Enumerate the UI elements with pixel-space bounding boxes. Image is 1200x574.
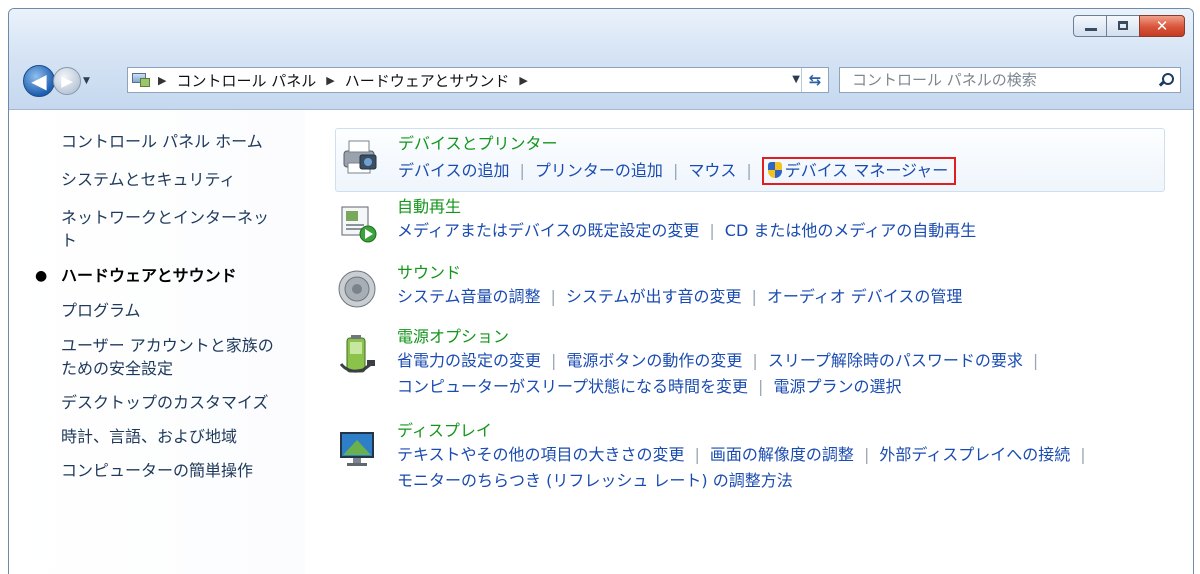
recent-pages-dropdown[interactable]: ▼ [83, 76, 90, 86]
link-device-manager[interactable]: デバイス マネージャー [785, 161, 949, 180]
link-refresh-rate[interactable]: モニターのちらつき (リフレッシュ レート) の調整方法 [397, 471, 793, 490]
sidebar-item-network-internet[interactable]: ネットワークとインターネッ [61, 206, 269, 230]
sidebar-item-user-accounts[interactable]: ユーザー アカウントと家族の [61, 334, 274, 358]
link-power-button[interactable]: 電源ボタンの動作の変更 [566, 351, 742, 370]
close-button[interactable]: ✕ [1139, 15, 1185, 37]
link-cd-autoplay[interactable]: CD または他のメディアの自動再生 [725, 221, 976, 240]
speaker-icon [338, 270, 376, 308]
back-arrow-icon: ◀ [31, 69, 47, 93]
minimize-button[interactable] [1073, 15, 1107, 37]
maximize-button[interactable] [1106, 15, 1140, 37]
control-panel-icon [132, 72, 152, 88]
link-separator: | [694, 445, 700, 464]
link-text-size[interactable]: テキストやその他の項目の大きさの変更 [397, 445, 685, 464]
sidebar: コントロール パネル ホーム システムとセキュリティ ネットワークとインターネッ… [9, 110, 305, 574]
category-title[interactable]: ディスプレイ [397, 420, 492, 442]
sidebar-item-programs[interactable]: プログラム [61, 299, 141, 323]
link-power-plan[interactable]: 電源プランの選択 [773, 377, 901, 396]
category-power-options: 電源オプション 省電力の設定の変更 | 電源ボタンの動作の変更 | スリープ解除時のパス… [335, 326, 1165, 406]
sidebar-item-ease-of-access[interactable]: コンピューターの簡単操作 [61, 459, 253, 483]
link-sleep-time[interactable]: コンピューターがスリープ状態になる時間を変更 [397, 377, 748, 396]
search-icon[interactable] [1158, 72, 1174, 88]
link-adjust-volume[interactable]: システム音量の調整 [397, 287, 541, 306]
category-autoplay: 自動再生 メディアまたはデバイスの既定設定の変更 | CD または他のメディアの自動… [335, 196, 1165, 252]
title-bar: ✕ ◀ ▶ ▼ ▶ コントロール パネル ▶ ハードウェアとサウンド ▶ ▼ ⇆… [9, 9, 1193, 109]
sidebar-item-label: ハードウェアとサウンド [61, 266, 237, 285]
link-change-sounds[interactable]: システムが出す音の変更 [566, 287, 742, 306]
maximize-icon [1118, 21, 1128, 30]
sidebar-item-appearance[interactable]: デスクトップのカスタマイズ [61, 391, 269, 415]
uac-shield-icon [767, 162, 782, 178]
display-icon [340, 432, 374, 466]
control-panel-window: ✕ ◀ ▶ ▼ ▶ コントロール パネル ▶ ハードウェアとサウンド ▶ ▼ ⇆… [8, 8, 1194, 574]
link-separator: | [550, 287, 556, 306]
breadcrumb-hardware-sound[interactable]: ハードウェアとサウンド [345, 70, 510, 91]
link-separator: | [752, 351, 758, 370]
content-area: コントロール パネル ホーム システムとセキュリティ ネットワークとインターネッ… [9, 109, 1193, 574]
forward-button[interactable]: ▶ [53, 67, 81, 95]
refresh-icon[interactable]: ⇆ [801, 68, 828, 92]
link-separator: | [863, 445, 870, 464]
link-separator: | [751, 287, 757, 306]
breadcrumb-separator-icon[interactable]: ▶ [158, 74, 166, 87]
category-display: ディスプレイ テキストやその他の項目の大きさの変更 | 画面の解像度の調整 | 外部ディ… [335, 420, 1165, 500]
sidebar-item-user-accounts-cont[interactable]: ための安全設定 [61, 357, 173, 381]
link-separator: | [709, 221, 715, 240]
sidebar-item-system-security[interactable]: システムとセキュリティ [61, 168, 236, 192]
minimize-icon [1085, 28, 1097, 31]
category-title[interactable]: サウンド [397, 262, 461, 284]
category-title[interactable]: デバイスとプリンター [398, 133, 558, 155]
breadcrumb-separator-icon[interactable]: ▶ [519, 74, 527, 87]
link-separator: | [551, 351, 557, 370]
category-links-row2: モニターのちらつき (リフレッシュ レート) の調整方法 [397, 470, 793, 492]
link-separator: | [1080, 445, 1086, 464]
navigation-buttons: ◀ ▶ ▼ [23, 65, 90, 97]
link-wake-password[interactable]: スリープ解除時のパスワードの要求 [768, 351, 1023, 370]
link-separator: | [672, 161, 679, 180]
printer-icon [343, 140, 377, 174]
search-box[interactable]: コントロール パネルの検索 [839, 67, 1181, 93]
forward-arrow-icon: ▶ [61, 72, 73, 90]
main-panel: デバイスとプリンター デバイスの追加 | プリンターの追加 | マウス | デバイス マネー… [305, 110, 1193, 574]
sidebar-item-hardware-sound: ● ハードウェアとサウンド [35, 264, 237, 288]
breadcrumb-control-panel[interactable]: コントロール パネル [176, 70, 316, 91]
category-links: 省電力の設定の変更 | 電源ボタンの動作の変更 | スリープ解除時のパスワードの要求 | [397, 350, 1048, 372]
link-power-saving[interactable]: 省電力の設定の変更 [397, 351, 541, 370]
search-input[interactable]: コントロール パネルの検索 [852, 68, 1037, 92]
address-bar[interactable]: ▶ コントロール パネル ▶ ハードウェアとサウンド ▶ ▼ ⇆ [127, 67, 829, 93]
current-item-bullet: ● [35, 268, 48, 284]
link-add-printer[interactable]: プリンターの追加 [535, 161, 663, 180]
category-sound: サウンド システム音量の調整 | システムが出す音の変更 | オーディオ デバイスの管理 [335, 262, 1165, 318]
link-separator: | [758, 377, 764, 396]
category-title[interactable]: 自動再生 [397, 196, 461, 218]
category-links-row2: コンピューターがスリープ状態になる時間を変更 | 電源プランの選択 [397, 376, 901, 398]
link-separator: | [746, 161, 752, 180]
close-icon: ✕ [1155, 17, 1169, 35]
link-separator: | [519, 161, 525, 180]
link-mouse[interactable]: マウス [688, 161, 736, 180]
autoplay-icon [341, 206, 377, 243]
sidebar-item-control-panel-home[interactable]: コントロール パネル ホーム [61, 130, 263, 154]
link-external-display[interactable]: 外部ディスプレイへの接続 [879, 445, 1070, 464]
breadcrumb-separator-icon[interactable]: ▶ [326, 74, 334, 87]
category-links: システム音量の調整 | システムが出す音の変更 | オーディオ デバイスの管理 [397, 286, 962, 308]
battery-icon [339, 335, 375, 373]
category-links: デバイスの追加 | プリンターの追加 | マウス | デバイス マネージャー [398, 157, 957, 185]
category-links: テキストやその他の項目の大きさの変更 | 画面の解像度の調整 | 外部ディスプレイへの接… [397, 444, 1096, 466]
link-resolution[interactable]: 画面の解像度の調整 [710, 445, 854, 464]
device-manager-highlight: デバイス マネージャー [761, 157, 957, 185]
link-add-device[interactable]: デバイスの追加 [398, 161, 510, 180]
link-media-defaults[interactable]: メディアまたはデバイスの既定設定の変更 [397, 221, 699, 240]
link-manage-audio[interactable]: オーディオ デバイスの管理 [767, 287, 963, 306]
category-title[interactable]: 電源オプション [397, 326, 509, 348]
sidebar-item-network-internet-cont[interactable]: ト [61, 229, 77, 253]
category-devices-printers: デバイスとプリンター デバイスの追加 | プリンターの追加 | マウス | デバイス マネー… [335, 128, 1165, 192]
sidebar-item-clock-language-region[interactable]: 時計、言語、および地域 [61, 425, 237, 449]
link-separator: | [1032, 351, 1039, 370]
category-links: メディアまたはデバイスの既定設定の変更 | CD または他のメディアの自動再生 [397, 220, 976, 242]
window-controls: ✕ [1073, 15, 1185, 37]
address-dropdown-icon[interactable]: ▼ [792, 68, 800, 92]
back-button[interactable]: ◀ [23, 65, 55, 97]
